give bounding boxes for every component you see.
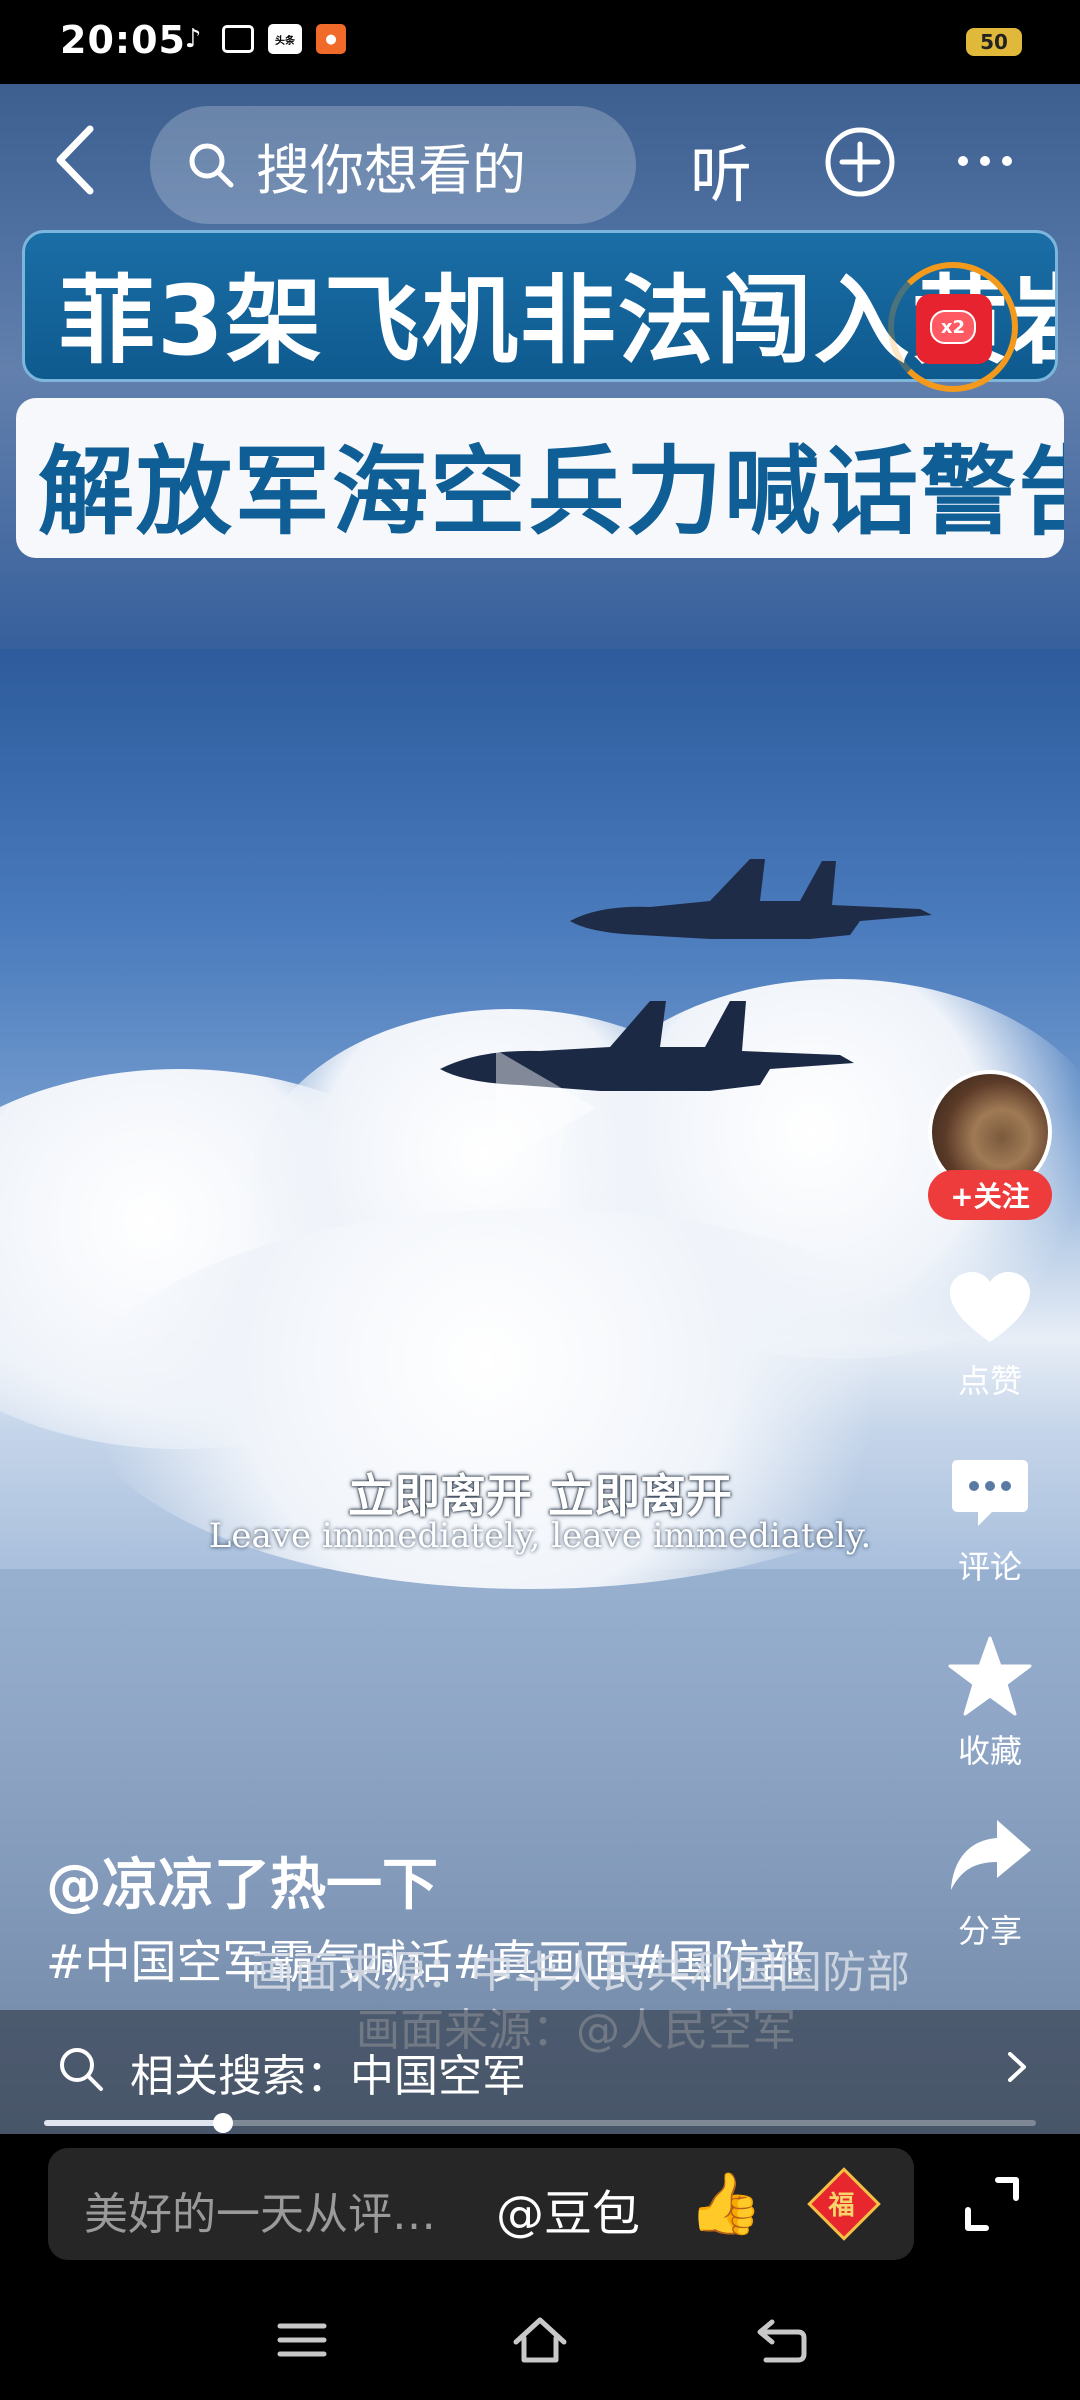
- comment-button[interactable]: 评论: [920, 1456, 1060, 1588]
- collect-button[interactable]: 收藏: [920, 1636, 1060, 1772]
- related-search-bar[interactable]: 相关搜索：中国空军: [0, 2010, 1080, 2134]
- battery-indicator: 50: [966, 28, 1022, 56]
- play-icon[interactable]: [496, 1050, 596, 1166]
- follow-button[interactable]: +关注: [928, 1170, 1052, 1220]
- more-options-button[interactable]: [958, 156, 1012, 166]
- home-icon[interactable]: [510, 2312, 570, 2368]
- video-progress-fill: [44, 2120, 223, 2126]
- comment-input[interactable]: 美好的一天从评… @豆包 👍 福: [48, 2148, 914, 2260]
- headline-banner-2: 解放军海空兵力喊话警告菲机: [16, 398, 1064, 558]
- related-search-label: 相关搜索：中国空军: [130, 2051, 526, 2102]
- status-bar: 20:05 ♪ 头条 ● 50: [0, 0, 1080, 84]
- search-placeholder: 搜你想看的: [256, 138, 526, 202]
- headline-line-2: 解放军海空兵力喊话警告菲机: [38, 436, 1064, 548]
- fullscreen-expand-icon[interactable]: [962, 2174, 1022, 2234]
- star-icon: [948, 1636, 1032, 1716]
- fu-sticker-icon[interactable]: 福: [807, 2167, 881, 2241]
- collect-label: 收藏: [957, 1732, 1022, 1770]
- like-label: 点赞: [957, 1362, 1022, 1400]
- mention-doubao-button[interactable]: @豆包: [496, 2174, 640, 2244]
- system-navigation-bar: [0, 2276, 1080, 2400]
- heart-icon: [950, 1272, 1030, 1342]
- thumbs-up-emoji-icon[interactable]: 👍: [688, 2168, 763, 2239]
- search-icon: [60, 2048, 103, 2091]
- red-packet-reward[interactable]: x2: [888, 262, 1018, 392]
- status-icons: ♪ 头条 ●: [178, 24, 346, 54]
- reward-multiplier-badge: x2: [930, 310, 976, 344]
- share-label: 分享: [957, 1912, 1022, 1950]
- back-button[interactable]: [44, 120, 104, 200]
- comment-bar: 美好的一天从评… @豆包 👍 福: [0, 2134, 1080, 2276]
- search-icon: [189, 143, 234, 188]
- search-bar[interactable]: 搜你想看的: [150, 106, 636, 224]
- fighter-jet-icon: [440, 1001, 854, 1091]
- app-badge-icon: ●: [316, 24, 346, 54]
- comment-bubble-icon: [952, 1460, 1028, 1526]
- status-time: 20:05: [60, 18, 186, 62]
- comment-placeholder: 美好的一天从评…: [84, 2189, 436, 2240]
- author-name[interactable]: @凉凉了热一下: [46, 1840, 438, 1921]
- toutiao-icon: 头条: [268, 24, 302, 54]
- subtitle-english: Leave immediately, leave immediately.: [208, 1516, 872, 1556]
- plus-circle-icon[interactable]: [824, 126, 896, 198]
- calendar-icon: [222, 25, 254, 53]
- video-source-line-1: 画面来源：中华人民共和国国防部: [250, 1947, 910, 1998]
- video-progress-bar[interactable]: [44, 2113, 1036, 2133]
- back-gesture-icon[interactable]: [752, 2312, 812, 2368]
- music-note-icon: ♪: [184, 24, 202, 54]
- share-button[interactable]: 分享: [920, 1816, 1060, 1952]
- fighter-jet-icon: [570, 859, 932, 939]
- chevron-right-icon: [1008, 2052, 1026, 2082]
- comment-label: 评论: [957, 1548, 1022, 1586]
- fu-char: 福: [828, 2191, 855, 2222]
- menu-icon[interactable]: [272, 2312, 332, 2368]
- video-progress-handle[interactable]: [212, 2113, 233, 2133]
- chevron-left-icon: [56, 125, 94, 195]
- share-arrow-icon: [951, 1820, 1031, 1890]
- listen-button[interactable]: 听: [690, 124, 752, 214]
- like-button[interactable]: 点赞: [920, 1270, 1060, 1402]
